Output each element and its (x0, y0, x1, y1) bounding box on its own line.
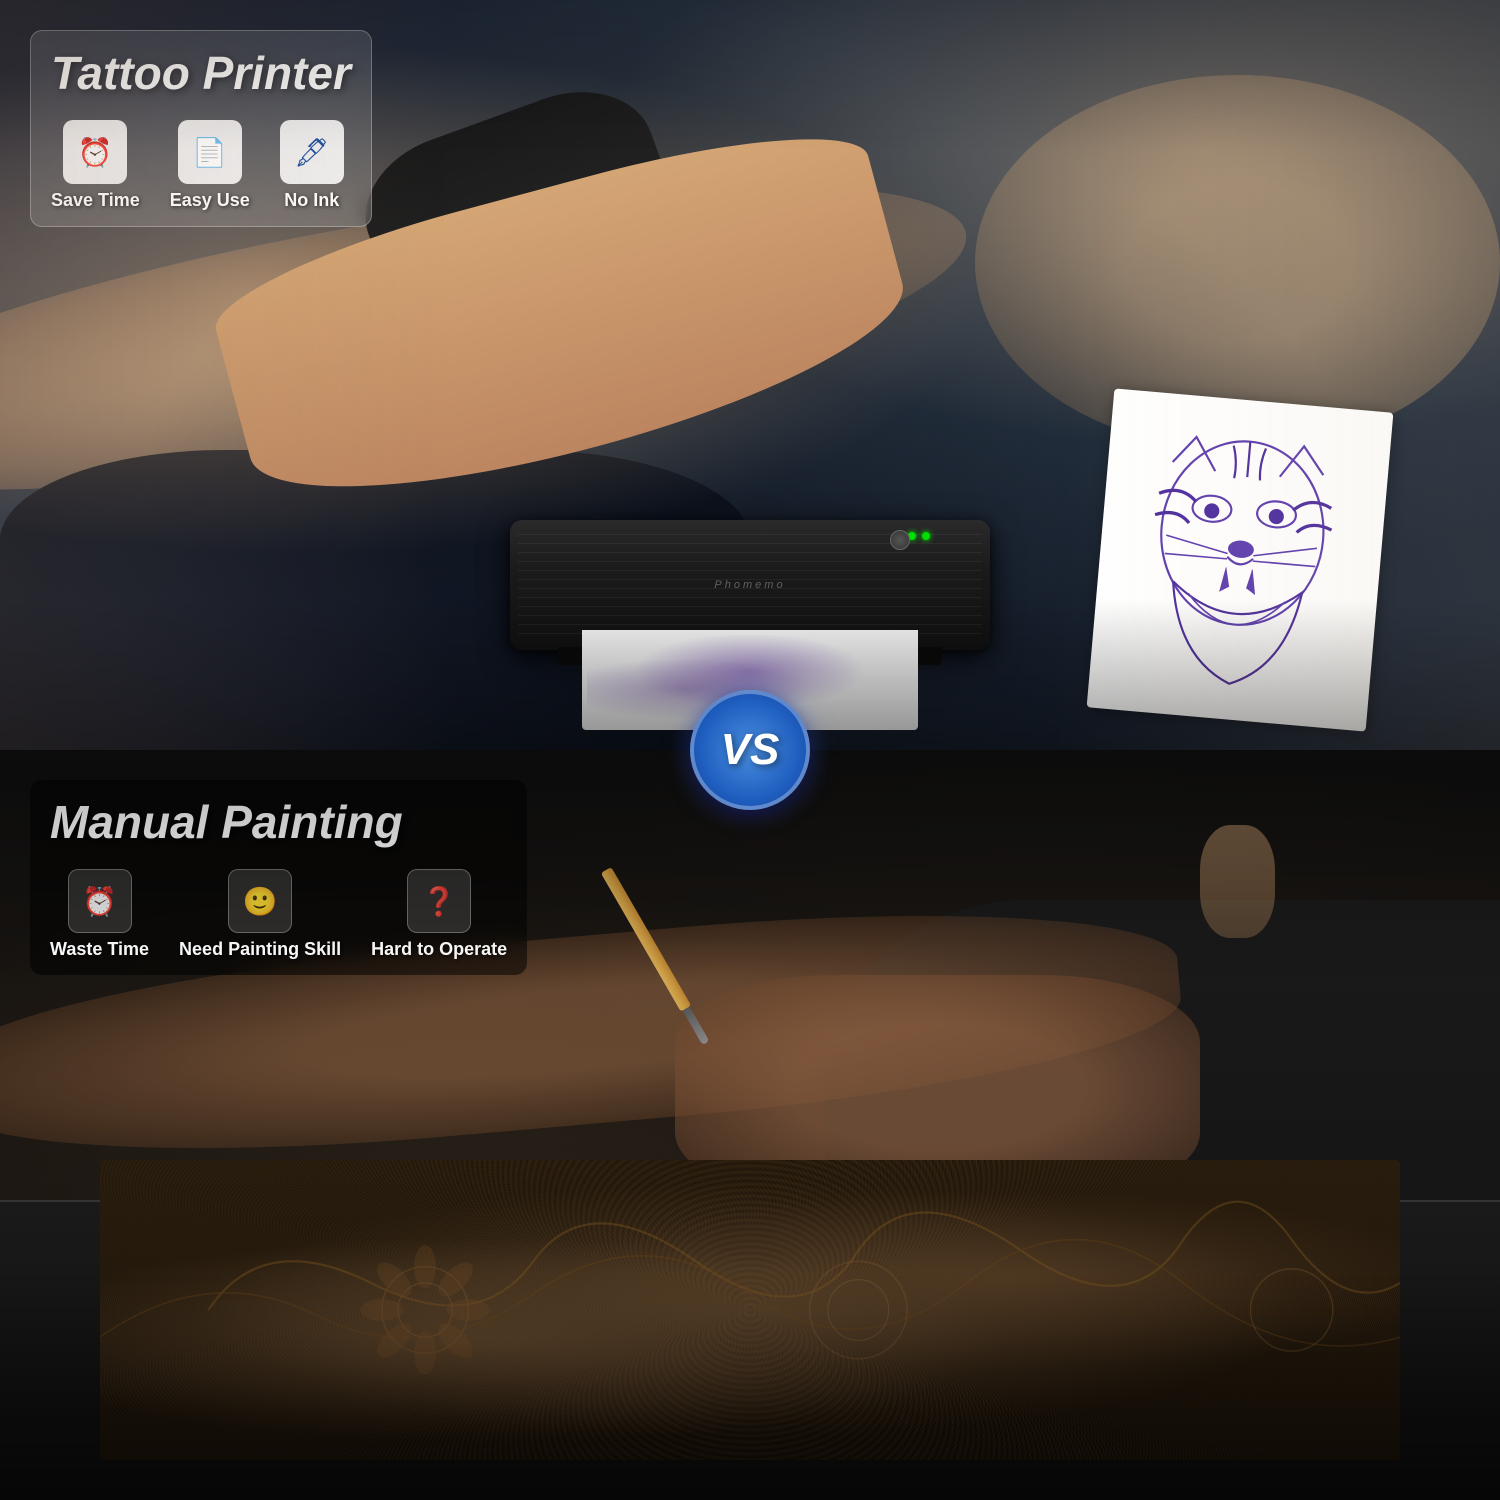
save-time-icon: ⏰ (78, 136, 113, 169)
hard-operate-icon-box: ❓ (407, 869, 471, 933)
waste-time-icon: ⏰ (82, 885, 117, 918)
printer-brand-label: Phomemo (714, 579, 785, 591)
printer-led-group (908, 532, 930, 540)
no-ink-label: No Ink (284, 190, 339, 211)
feature-waste-time: ⏰ Waste Time (50, 869, 149, 960)
need-skill-icon-box: 🙂 (228, 869, 292, 933)
no-ink-icon-box: 🖋 (280, 120, 344, 184)
need-skill-icon: 🙂 (243, 885, 278, 918)
top-features-row: ⏰ Save Time 📄 Easy Use 🖋 No Ink (51, 120, 351, 211)
save-time-label: Save Time (51, 190, 140, 211)
top-section: Phomemo Tattoo Printer ⏰ Save Time (0, 0, 1500, 750)
printer-device: Phomemo (510, 520, 990, 650)
no-ink-icon: 🖋 (294, 136, 330, 169)
easy-use-icon-box: 📄 (178, 120, 242, 184)
vs-label: VS (721, 725, 780, 775)
need-skill-label: Need Painting Skill (179, 939, 341, 960)
tiger-svg (1112, 415, 1369, 704)
artwork-svg (100, 1160, 1400, 1460)
waste-time-icon-box: ⏰ (68, 869, 132, 933)
easy-use-icon: 📄 (192, 136, 227, 169)
bottom-section-title: Manual Painting (50, 795, 507, 849)
artwork-design (100, 1160, 1400, 1460)
printer-power-button[interactable] (890, 530, 910, 550)
feature-no-ink: 🖋 No Ink (280, 120, 344, 211)
printer-body: Phomemo (510, 520, 990, 650)
feature-need-skill: 🙂 Need Painting Skill (179, 869, 341, 960)
easy-use-label: Easy Use (170, 190, 250, 211)
vs-badge: VS (690, 690, 810, 810)
artwork-canvas (100, 1160, 1400, 1460)
top-section-title: Tattoo Printer (51, 46, 351, 100)
save-time-icon-box: ⏰ (63, 120, 127, 184)
tiger-design (1097, 399, 1382, 721)
feature-easy-use: 📄 Easy Use (170, 120, 250, 211)
hard-operate-label: Hard to Operate (371, 939, 507, 960)
led-2 (922, 532, 930, 540)
bottom-info-panel: Manual Painting ⏰ Waste Time 🙂 Need Pain… (30, 780, 527, 975)
feature-hard-operate: ❓ Hard to Operate (371, 869, 507, 960)
feature-save-time: ⏰ Save Time (51, 120, 140, 211)
top-info-panel: Tattoo Printer ⏰ Save Time 📄 Easy Use (30, 30, 372, 227)
waste-time-label: Waste Time (50, 939, 149, 960)
neck-chain-decoration (1200, 825, 1275, 938)
printer-paper-output (1087, 388, 1394, 731)
main-container: Phomemo Tattoo Printer ⏰ Save Time (0, 0, 1500, 1500)
bottom-section: Manual Painting ⏰ Waste Time 🙂 Need Pain… (0, 750, 1500, 1500)
hard-operate-icon: ❓ (422, 885, 457, 918)
bottom-features-row: ⏰ Waste Time 🙂 Need Painting Skill ❓ Har… (50, 869, 507, 960)
